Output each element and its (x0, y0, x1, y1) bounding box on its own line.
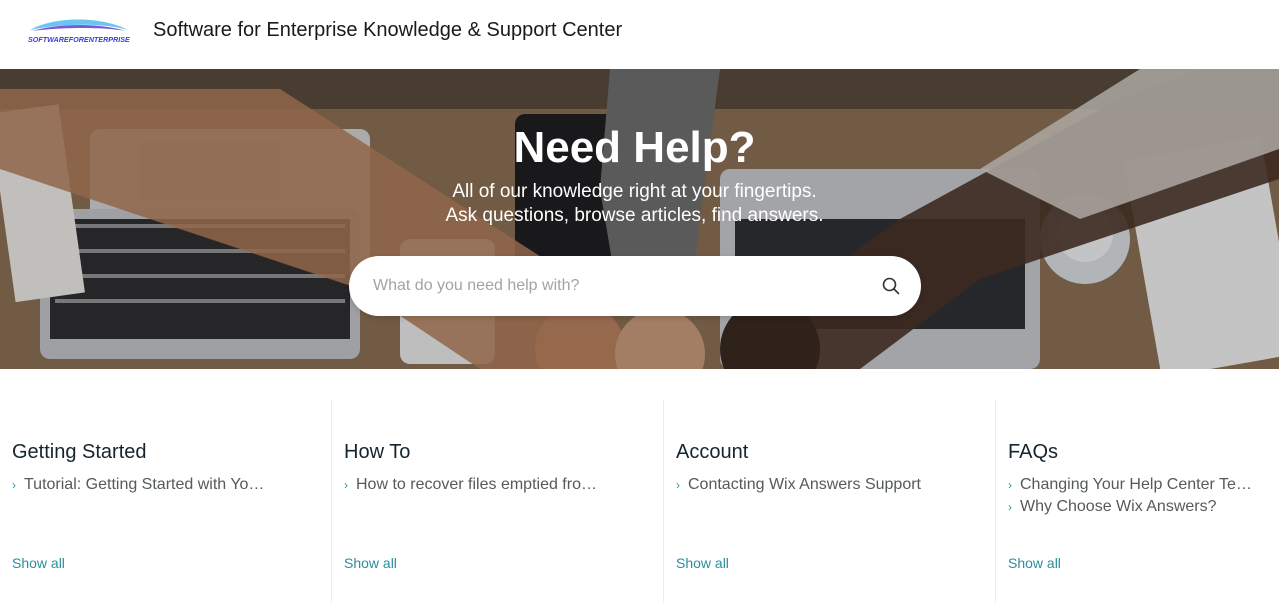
site-header: SOFTWAREFORENTERPRISE Software for Enter… (0, 0, 1279, 69)
category-section: Getting Started › Tutorial: Getting Start… (0, 369, 1279, 603)
article-title: Contacting Wix Answers Support (688, 476, 921, 493)
logo-text: SOFTWAREFORENTERPRISE (28, 35, 130, 44)
show-all-link[interactable]: Show all (12, 554, 65, 572)
hero-subtitle-line-2: Ask questions, browse articles, find ans… (445, 205, 824, 226)
search-icon[interactable] (881, 276, 901, 296)
chevron-right-icon: › (1008, 478, 1012, 492)
article-link[interactable]: › Changing Your Help Center Template (1008, 474, 1263, 496)
hero-subtitle-line-1: All of our knowledge right at your finge… (452, 181, 817, 202)
article-title: Why Choose Wix Answers? (1020, 498, 1217, 515)
show-all-link[interactable]: Show all (676, 554, 729, 572)
article-list: › How to recover files emptied from the t… (344, 474, 599, 496)
chevron-right-icon: › (12, 478, 16, 492)
article-link[interactable]: › Why Choose Wix Answers? (1008, 496, 1263, 518)
category-title[interactable]: Getting Started (12, 440, 147, 464)
category-getting-started: Getting Started › Tutorial: Getting Start… (0, 400, 332, 603)
chevron-right-icon: › (344, 478, 348, 492)
article-list: › Contacting Wix Answers Support (676, 474, 931, 496)
company-logo[interactable]: SOFTWAREFORENTERPRISE (24, 18, 132, 46)
chevron-right-icon: › (1008, 500, 1012, 514)
category-how-to: How To › How to recover files emptied fro… (332, 400, 664, 603)
category-title[interactable]: How To (344, 440, 410, 464)
site-title: Software for Enterprise Knowledge & Supp… (153, 19, 623, 41)
category-title[interactable]: FAQs (1008, 440, 1058, 464)
article-link[interactable]: › Tutorial: Getting Started with Your Hel… (12, 474, 267, 496)
category-account: Account › Contacting Wix Answers Support … (664, 400, 996, 603)
hero-banner: Need Help? All of our knowledge right at… (0, 69, 1279, 369)
search-bar (349, 256, 921, 316)
hero-heading: Need Help? (513, 123, 756, 172)
article-link[interactable]: › Contacting Wix Answers Support (676, 474, 931, 496)
show-all-link[interactable]: Show all (1008, 554, 1061, 572)
article-title: Tutorial: Getting Started with Your Help… (24, 476, 267, 493)
search-input[interactable] (373, 273, 853, 299)
article-title: How to recover files emptied from the tr… (356, 476, 599, 493)
article-title: Changing Your Help Center Template (1020, 476, 1263, 493)
article-link[interactable]: › How to recover files emptied from the t… (344, 474, 599, 496)
show-all-link[interactable]: Show all (344, 554, 397, 572)
article-list: › Changing Your Help Center Template › Why… (1008, 474, 1263, 518)
chevron-right-icon: › (676, 478, 680, 492)
article-list: › Tutorial: Getting Started with Your Hel… (12, 474, 267, 496)
category-faqs: FAQs › Changing Your Help Center Template… (996, 400, 1279, 603)
category-title[interactable]: Account (676, 440, 748, 464)
